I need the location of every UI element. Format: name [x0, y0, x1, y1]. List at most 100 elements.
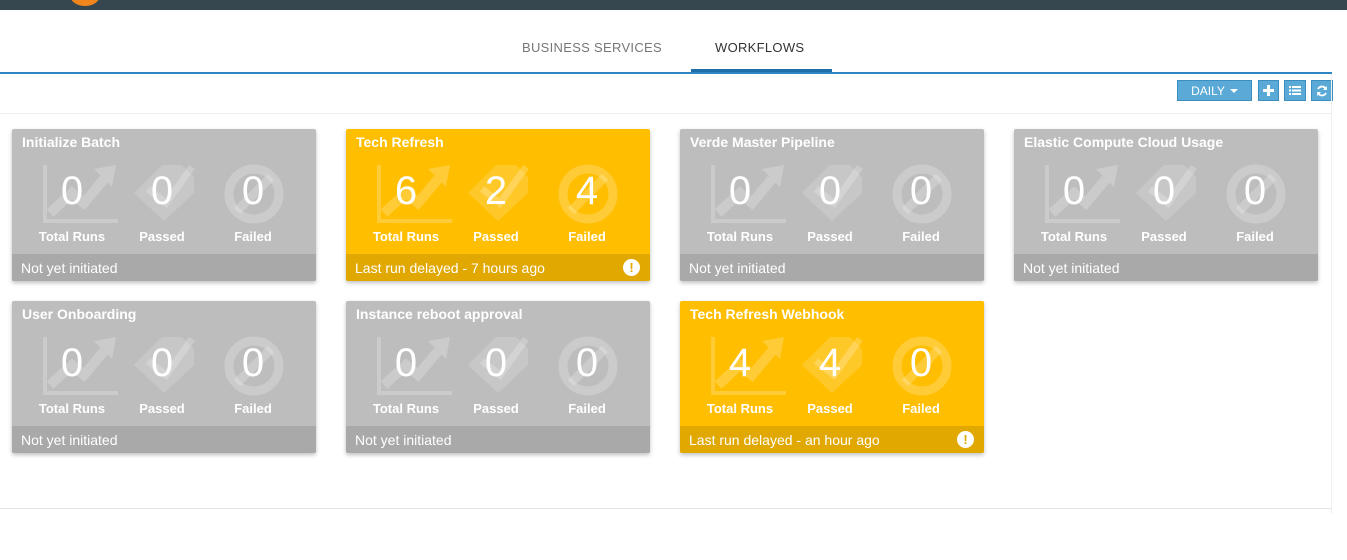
workflow-title: Verde Master Pipeline [690, 134, 835, 150]
passed-label: Passed [807, 229, 853, 244]
failed-label: Failed [1236, 229, 1274, 244]
passed-stat: 0 Passed [1124, 163, 1204, 247]
card-status-footer: Not yet initiated [346, 426, 650, 453]
list-view-button[interactable] [1284, 80, 1306, 101]
total-runs-value: 0 [728, 169, 752, 213]
failed-value: 0 [241, 169, 265, 213]
failed-stat: 0 Failed [1215, 163, 1295, 247]
total-runs-stat: 0 Total Runs [32, 335, 118, 419]
card-status-text: Not yet initiated [689, 260, 786, 276]
failed-stat: 0 Failed [213, 335, 293, 419]
failed-label: Failed [902, 401, 940, 416]
period-dropdown-button[interactable]: DAILY [1177, 80, 1252, 101]
tab-business-services[interactable]: BUSINESS SERVICES [522, 40, 662, 55]
total-runs-label: Total Runs [706, 229, 774, 244]
workflow-card[interactable]: Initialize Batch 0 Total Runs 0 Passed 0 [12, 129, 316, 281]
passed-label: Passed [1141, 229, 1187, 244]
workflow-card[interactable]: Tech Refresh 6 Total Runs 2 Passed 4 Fai… [346, 129, 650, 281]
total-runs-value: 0 [394, 341, 418, 385]
failed-label: Failed [234, 401, 272, 416]
content-bottom-divider [0, 508, 1332, 509]
total-runs-stat: 6 Total Runs [366, 163, 452, 247]
card-status-footer: Not yet initiated [12, 426, 316, 453]
total-runs-stat: 0 Total Runs [366, 335, 452, 419]
passed-label: Passed [473, 401, 519, 416]
app-logo[interactable] [68, 0, 102, 6]
failed-value: 0 [1243, 169, 1267, 213]
workflow-title: Tech Refresh [356, 134, 444, 150]
caret-down-icon [1229, 88, 1238, 93]
total-runs-label: Total Runs [372, 229, 440, 244]
top-header-bar [0, 0, 1347, 10]
total-runs-label: Total Runs [38, 401, 106, 416]
failed-value: 0 [241, 341, 265, 385]
card-status-text: Not yet initiated [355, 432, 452, 448]
card-status-footer: Not yet initiated [12, 254, 316, 281]
workflow-card[interactable]: Verde Master Pipeline 0 Total Runs 0 Pas… [680, 129, 984, 281]
passed-value: 0 [150, 341, 174, 385]
card-status-text: Last run delayed - an hour ago [689, 432, 880, 448]
refresh-icon [1317, 85, 1327, 96]
passed-stat: 0 Passed [122, 335, 202, 419]
passed-value: 0 [150, 169, 174, 213]
passed-value: 2 [484, 169, 508, 213]
workflow-card[interactable]: Tech Refresh Webhook 4 Total Runs 4 Pass… [680, 301, 984, 453]
card-status-footer: Not yet initiated [680, 254, 984, 281]
failed-label: Failed [568, 401, 606, 416]
failed-value: 4 [575, 169, 599, 213]
total-runs-label: Total Runs [1040, 229, 1108, 244]
passed-value: 0 [818, 169, 842, 213]
failed-label: Failed [568, 229, 606, 244]
passed-stat: 0 Passed [790, 163, 870, 247]
total-runs-stat: 0 Total Runs [700, 163, 786, 247]
total-runs-stat: 0 Total Runs [32, 163, 118, 247]
total-runs-label: Total Runs [372, 401, 440, 416]
total-runs-label: Total Runs [706, 401, 774, 416]
total-runs-label: Total Runs [38, 229, 106, 244]
failed-stat: 0 Failed [213, 163, 293, 247]
failed-stat: 0 Failed [547, 335, 627, 419]
plus-icon [1263, 85, 1274, 96]
workflow-title: Elastic Compute Cloud Usage [1024, 134, 1224, 150]
warning-icon: ! [623, 259, 640, 276]
tabs-divider [0, 72, 1332, 74]
passed-label: Passed [139, 229, 185, 244]
workflow-title: User Onboarding [22, 306, 137, 322]
add-workflow-button[interactable] [1258, 80, 1279, 101]
warning-icon: ! [957, 431, 974, 448]
total-runs-value: 0 [1062, 169, 1086, 213]
passed-stat: 0 Passed [122, 163, 202, 247]
tab-workflows[interactable]: WORKFLOWS [715, 40, 804, 55]
failed-stat: 0 Failed [881, 335, 961, 419]
passed-stat: 2 Passed [456, 163, 536, 247]
failed-value: 0 [575, 341, 599, 385]
list-icon [1289, 86, 1301, 95]
passed-value: 0 [484, 341, 508, 385]
card-status-text: Not yet initiated [21, 432, 118, 448]
passed-stat: 0 Passed [456, 335, 536, 419]
passed-stat: 4 Passed [790, 335, 870, 419]
failed-value: 0 [909, 341, 933, 385]
workflow-card[interactable]: User Onboarding 0 Total Runs 0 Passed 0 [12, 301, 316, 453]
period-label: DAILY [1191, 83, 1225, 98]
panel-edge [1331, 74, 1332, 514]
total-runs-value: 0 [60, 341, 84, 385]
passed-label: Passed [473, 229, 519, 244]
refresh-button[interactable] [1311, 80, 1333, 101]
failed-stat: 0 Failed [881, 163, 961, 247]
failed-value: 0 [909, 169, 933, 213]
passed-label: Passed [139, 401, 185, 416]
card-status-text: Not yet initiated [21, 260, 118, 276]
workflow-card[interactable]: Instance reboot approval 0 Total Runs 0 … [346, 301, 650, 453]
workflow-card[interactable]: Elastic Compute Cloud Usage 0 Total Runs… [1014, 129, 1318, 281]
card-status-footer: Last run delayed - an hour ago ! [680, 426, 984, 453]
failed-stat: 4 Failed [547, 163, 627, 247]
tab-bar: BUSINESS SERVICES WORKFLOWS [0, 30, 1347, 74]
toolbar-divider [0, 113, 1332, 114]
total-runs-value: 6 [394, 169, 418, 213]
card-status-text: Last run delayed - 7 hours ago [355, 260, 545, 276]
failed-label: Failed [902, 229, 940, 244]
workflow-title: Initialize Batch [22, 134, 121, 150]
card-status-footer: Last run delayed - 7 hours ago ! [346, 254, 650, 281]
total-runs-value: 0 [60, 169, 84, 213]
